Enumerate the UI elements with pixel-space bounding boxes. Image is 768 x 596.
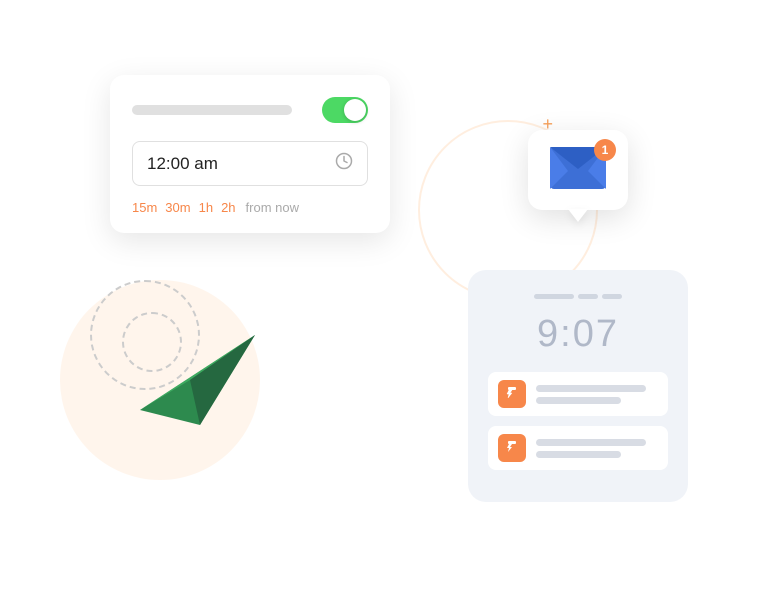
notif-line-long-1 (536, 385, 646, 392)
notification-item-2 (488, 426, 668, 470)
shortcut-15m[interactable]: 15m (132, 200, 157, 215)
notification-icon-box-2 (498, 434, 526, 462)
toggle-knob (344, 99, 366, 121)
phone-dot-1 (578, 294, 598, 299)
notif-line-short-1 (536, 397, 621, 404)
toggle-bar-decoration (132, 105, 292, 115)
phone-dot-wide (534, 294, 574, 299)
notification-badge: 1 (594, 139, 616, 161)
phone-dots (488, 294, 668, 299)
notification-lines-2 (536, 439, 658, 458)
phone-dot-2 (602, 294, 622, 299)
time-shortcuts: 15m 30m 1h 2h from now (132, 200, 368, 215)
shortcut-1h[interactable]: 1h (199, 200, 213, 215)
toggle-switch[interactable] (322, 97, 368, 123)
phone-card: 9:07 (468, 270, 688, 502)
shortcut-2h[interactable]: 2h (221, 200, 235, 215)
time-value: 12:00 am (147, 154, 218, 174)
notification-lines-1 (536, 385, 658, 404)
notification-icon-box-1 (498, 380, 526, 408)
notif-line-long-2 (536, 439, 646, 446)
notification-item-1 (488, 372, 668, 416)
paper-plane (130, 320, 260, 435)
envelope-container: 1 (550, 147, 606, 194)
toggle-row (132, 97, 368, 123)
time-picker-card: 12:00 am 15m 30m 1h 2h from now (110, 75, 390, 233)
time-input-row[interactable]: 12:00 am (132, 141, 368, 186)
from-now-label: from now (246, 200, 299, 215)
email-bubble: 1 (528, 130, 628, 210)
clock-icon (335, 152, 353, 175)
shortcut-30m[interactable]: 30m (165, 200, 190, 215)
notif-line-short-2 (536, 451, 621, 458)
phone-time-display: 9:07 (488, 313, 668, 356)
